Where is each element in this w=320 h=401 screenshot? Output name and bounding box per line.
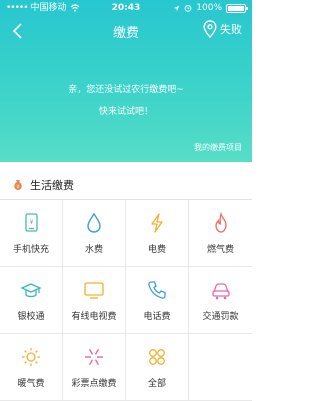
service-label: 电话费 [143, 312, 171, 322]
location-label: 失败 [220, 23, 242, 36]
flame-icon [214, 212, 227, 233]
empty-grid-cell [189, 334, 252, 401]
battery-percent: 100% [196, 3, 222, 13]
service-label: 手机快充 [12, 245, 49, 255]
service-item[interactable]: 燃气费 [189, 200, 252, 267]
status-right: 100% [173, 0, 248, 16]
service-label: 水费 [84, 245, 103, 255]
svg-text:¥: ¥ [30, 219, 34, 226]
service-item[interactable]: 银校通 [0, 267, 63, 334]
battery-icon [226, 3, 248, 13]
service-item[interactable]: 全部 [126, 334, 189, 401]
phone-recharge-icon: ¥ [25, 213, 38, 232]
service-label: 彩票点缴费 [71, 379, 117, 389]
location-button[interactable]: 失败 [203, 20, 242, 38]
promo-line-1: 亲，您还没试过农行缴费吧~ [68, 85, 184, 95]
telephone-icon [148, 281, 166, 299]
service-item[interactable]: 有线电视费 [63, 267, 126, 334]
service-label: 全部 [147, 379, 166, 389]
service-label: 电费 [147, 245, 166, 255]
tv-icon [84, 282, 104, 299]
section-header: ¥ 生活缴费 [0, 172, 252, 198]
service-label: 有线电视费 [71, 312, 117, 322]
service-label: 暖气费 [17, 379, 45, 389]
money-bag-icon: ¥ [14, 180, 22, 190]
alarm-icon [184, 5, 192, 12]
service-item[interactable]: ¥ 手机快充 [0, 200, 63, 267]
service-item[interactable]: 水费 [63, 200, 126, 267]
service-label: 交通罚款 [202, 312, 239, 322]
section-title: 生活缴费 [30, 179, 74, 192]
location-arrow-icon [173, 5, 180, 11]
all-grid-icon [149, 349, 165, 365]
status-bar: ••••• 中国移动 20:43 100% [0, 0, 252, 16]
promo-line-2: 快来试试吧！ [98, 107, 153, 117]
svg-text:¥: ¥ [16, 184, 19, 190]
lightning-icon [151, 213, 163, 233]
service-label: 银校通 [17, 312, 45, 322]
car-icon [211, 283, 230, 300]
sun-icon [22, 348, 40, 366]
my-payment-items-link[interactable]: 我的缴费项目 [194, 142, 242, 153]
service-grid: ¥ 手机快充 水费 电费 燃气费银校通 有线电视费 电话费 交通罚款暖气费 彩票点缴费 全部 [0, 199, 252, 401]
map-pin-icon [203, 20, 217, 38]
service-label: 燃气费 [206, 245, 234, 255]
service-item[interactable]: 彩票点缴费 [63, 334, 126, 401]
service-item[interactable]: 交通罚款 [189, 267, 252, 334]
nav-bar: 缴费 失败 [0, 16, 252, 46]
graduation-cap-icon [20, 283, 42, 298]
service-item[interactable]: 电话费 [126, 267, 189, 334]
service-item[interactable]: 电费 [126, 200, 189, 267]
service-item[interactable]: 暖气费 [0, 334, 63, 401]
water-drop-icon [87, 212, 101, 233]
lottery-burst-icon [85, 348, 103, 366]
